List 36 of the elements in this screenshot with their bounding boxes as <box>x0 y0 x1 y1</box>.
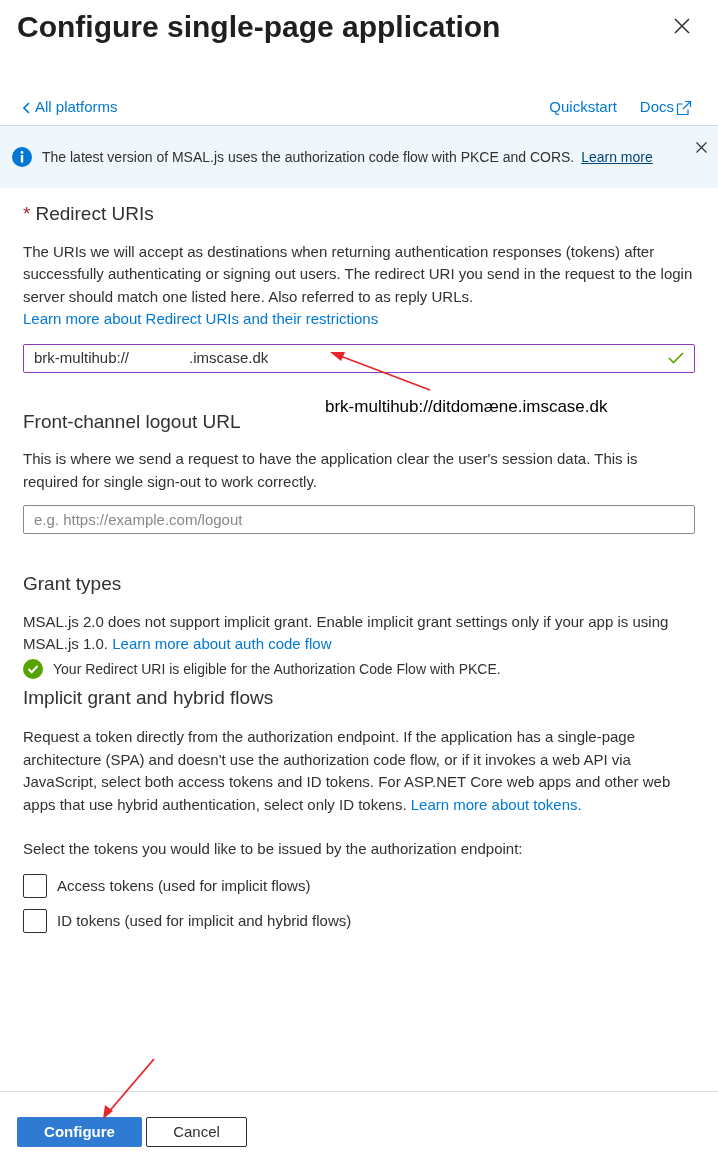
section-heading: Grant types <box>22 572 123 596</box>
logout-url-field[interactable]: e.g. https://example.com/logout <box>23 505 695 534</box>
learn-more-link[interactable]: Learn more <box>581 148 653 165</box>
back-link[interactable]: All platforms <box>23 96 118 119</box>
redirect-uri-field[interactable]: brk-multihub:// .imscase.dk <box>23 343 695 373</box>
section-description: This is where we send a request to have the application clear the user's session data. This is required for single sign-out to work correctly. <box>22 449 639 492</box>
close-icon[interactable] <box>696 142 707 153</box>
info-icon <box>12 147 32 167</box>
banner-message: The latest version of MSAL.js uses the authorization code flow with PKCE and CORS. Learn more <box>42 147 653 167</box>
checkbox-label: ID tokens (used for implicit and hybrid flows) <box>57 910 352 931</box>
section-description: The URIs we will accept as destinations when returning authentication responses (tokens) after successfully authenticating or signing out users. The redirect URI you send in the request to the login server should match one listed here. Also referred to as reply URLs. Learn more about Redirect URIs and their restrictions <box>22 241 694 329</box>
learn-more-link[interactable]: Learn more about Redirect URIs and their restrictions <box>23 310 379 327</box>
annotation-text: brk-multihub://ditdomæne.imscase.dk <box>325 396 608 418</box>
checkbox[interactable] <box>23 909 47 933</box>
cancel-button[interactable]: Cancel <box>146 1117 247 1147</box>
section-heading: Front-channel logout URL <box>22 409 242 434</box>
panel-title: Configure single-page application <box>17 9 501 45</box>
annotation-arrow <box>103 1058 155 1119</box>
quickstart-link[interactable]: Quickstart <box>549 96 617 119</box>
token-prompt: Select the tokens you would like to be issued by the authorization endpoint: <box>22 839 524 859</box>
section-description: Request a token directly from the authorization endpoint. If the application has a single-page architecture (SPA) and doesn't use the authorization code flow, or if it invokes a web API via JavaScript, select both access tokens and ID tokens. For ASP.NET Core web apps and other web apps that use hybrid authentication, select only ID tokens. Learn more about tokens. <box>22 727 672 815</box>
section-heading: Implicit grant and hybrid flows <box>22 685 275 710</box>
docs-link[interactable]: Docs <box>639 96 692 119</box>
required-mark: * <box>23 202 31 226</box>
learn-more-link[interactable]: Learn more about tokens. <box>410 795 582 813</box>
chevron-left-icon <box>23 101 30 114</box>
section-description: MSAL.js 2.0 does not support implicit grant. Enable implicit grant settings only if your app is using MSAL.js 1.0. Learn more about auth code flow <box>22 611 670 654</box>
eligibility-message: Your Redirect URI is eligible for the Authorization Code Flow with PKCE. <box>53 659 501 679</box>
close-icon[interactable] <box>674 18 690 34</box>
checkbox-label: Access tokens (used for implicit flows) <box>57 875 311 896</box>
external-link-icon <box>676 99 692 116</box>
checkbox[interactable] <box>23 874 47 898</box>
success-icon <box>23 659 43 679</box>
learn-more-link[interactable]: Learn more about auth code flow <box>112 635 332 652</box>
configure-button[interactable]: Configure <box>17 1117 142 1147</box>
section-heading: Redirect URIs <box>35 202 154 226</box>
